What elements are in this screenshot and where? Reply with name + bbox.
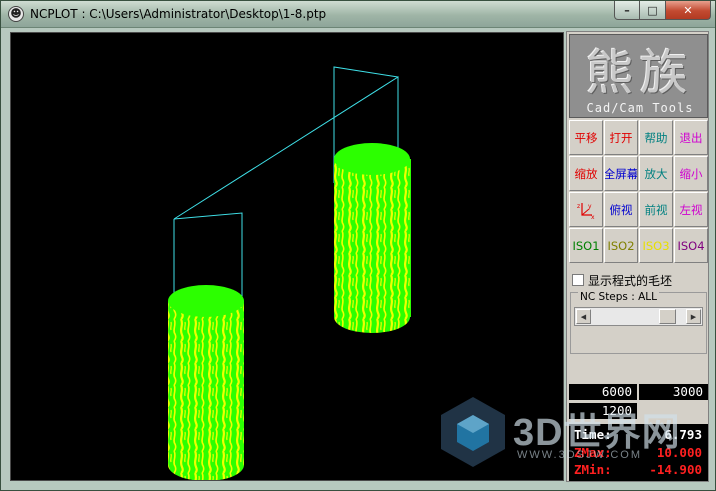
iso1-button[interactable]: ISO1 <box>569 228 603 263</box>
window-controls: – □ ✕ <box>614 1 711 21</box>
app-icon[interactable]: ☻ <box>8 6 24 22</box>
zoom-button[interactable]: 缩放 <box>569 156 603 191</box>
show-stock-option[interactable]: 显示程式的毛坯 <box>572 272 672 288</box>
pan-button[interactable]: 平移 <box>569 120 603 155</box>
info-box: Time: 6.793 ZMax: 10.000 ZMin: -14.900 <box>569 424 708 481</box>
iso2-button[interactable]: ISO2 <box>604 228 638 263</box>
open-button[interactable]: 打开 <box>604 120 638 155</box>
svg-text:x: x <box>591 214 595 219</box>
logo-subtitle: Cad/Cam Tools <box>586 101 694 115</box>
time-value: 6.793 <box>664 427 702 442</box>
cylinder-left <box>168 285 244 480</box>
iso4-button[interactable]: ISO4 <box>674 228 708 263</box>
exit-button[interactable]: 退出 <box>674 120 708 155</box>
zmax-label: ZMax: <box>574 445 612 460</box>
show-stock-checkbox[interactable] <box>572 274 584 286</box>
time-row: Time: 6.793 <box>574 427 702 442</box>
zmin-label: ZMin: <box>574 462 612 477</box>
nc-steps-slider[interactable]: ◀ ▶ <box>574 307 703 326</box>
toolpath-canvas <box>168 66 411 480</box>
time-label: Time: <box>574 427 612 442</box>
toolbar-grid: 平移 打开 帮助 退出 缩放 全屏幕 放大 缩小 z x y 俯视 前视 左视 … <box>569 120 708 263</box>
axis-icon: z x y <box>577 202 595 219</box>
zmin-row: ZMin: -14.900 <box>574 462 702 477</box>
brand-logo: 熊族 Cad/Cam Tools <box>569 34 708 118</box>
maximize-button[interactable]: □ <box>640 1 666 20</box>
show-stock-label: 显示程式的毛坯 <box>588 273 673 288</box>
readout-third: 1200 <box>569 403 637 419</box>
svg-text:y: y <box>588 203 592 210</box>
plot-viewport[interactable] <box>10 32 564 481</box>
slider-left-arrow-icon[interactable]: ◀ <box>576 309 591 324</box>
left-view-button[interactable]: 左视 <box>674 192 708 227</box>
zoom-in-button[interactable]: 放大 <box>639 156 673 191</box>
cylinder-right <box>334 143 411 333</box>
window-title: NCPLOT : C:\Users\Administrator\Desktop\… <box>30 7 327 21</box>
nc-steps-label: NC Steps : ALL <box>578 291 659 303</box>
fullscreen-button[interactable]: 全屏幕 <box>604 156 638 191</box>
front-view-button[interactable]: 前视 <box>639 192 673 227</box>
axis-view-button[interactable]: z x y <box>569 192 603 227</box>
svg-text:z: z <box>577 203 580 210</box>
app-window: ☻ NCPLOT : C:\Users\Administrator\Deskto… <box>0 0 716 491</box>
control-panel: 熊族 Cad/Cam Tools 平移 打开 帮助 退出 缩放 全屏幕 放大 缩… <box>566 31 709 482</box>
zoom-out-button[interactable]: 缩小 <box>674 156 708 191</box>
readout-spindle: 6000 <box>569 384 637 400</box>
title-bar[interactable]: ☻ NCPLOT : C:\Users\Administrator\Deskto… <box>1 1 715 28</box>
close-button[interactable]: ✕ <box>666 1 711 20</box>
nc-steps-group: NC Steps : ALL ◀ ▶ <box>570 291 707 354</box>
iso3-button[interactable]: ISO3 <box>639 228 673 263</box>
logo-characters: 熊族 <box>585 45 694 101</box>
zmin-value: -14.900 <box>649 462 702 477</box>
help-button[interactable]: 帮助 <box>639 120 673 155</box>
zmax-value: 10.000 <box>656 445 702 460</box>
minimize-button[interactable]: – <box>614 1 640 20</box>
slider-right-arrow-icon[interactable]: ▶ <box>686 309 701 324</box>
top-view-button[interactable]: 俯视 <box>604 192 638 227</box>
readout-feed: 3000 <box>639 384 708 400</box>
zmax-row: ZMax: 10.000 <box>574 445 702 460</box>
slider-thumb[interactable] <box>658 309 676 324</box>
